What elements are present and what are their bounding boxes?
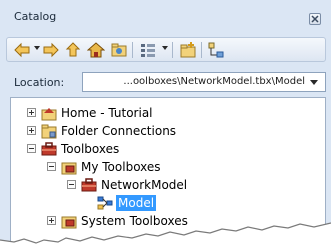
back-dropdown-icon[interactable] xyxy=(34,46,40,50)
toolbox-folder-icon xyxy=(61,162,77,175)
toggle-contents-icon[interactable] xyxy=(207,41,225,59)
title-bar[interactable]: Catalog xyxy=(0,0,331,32)
location-value[interactable]: ...oolboxes\NetworkModel.tbx\Model xyxy=(123,76,305,87)
tree-item-label: Folder Connections xyxy=(61,124,177,138)
toolbar xyxy=(6,37,326,62)
home-icon[interactable] xyxy=(87,41,105,59)
tree-item-label: Model xyxy=(116,195,157,211)
toolboxes-icon xyxy=(41,142,57,156)
toolbar-separator xyxy=(201,42,202,58)
expand-icon[interactable] xyxy=(27,108,36,117)
expand-icon[interactable] xyxy=(27,126,36,135)
tree-item-label: Toolboxes xyxy=(61,142,120,156)
location-label: Location: xyxy=(14,76,65,89)
tree-item-label: NetworkModel xyxy=(101,178,188,192)
collapse-icon[interactable] xyxy=(67,180,76,189)
view-options-icon[interactable] xyxy=(139,41,157,59)
collapse-icon[interactable] xyxy=(27,144,36,153)
tree-item-label: Home - Tutorial xyxy=(61,106,153,120)
window-title: Catalog xyxy=(14,10,57,23)
close-button[interactable] xyxy=(309,13,321,25)
folder-connection-icon xyxy=(41,124,57,139)
view-dropdown-icon[interactable] xyxy=(162,46,168,50)
toolbar-separator xyxy=(132,42,133,58)
collapse-icon[interactable] xyxy=(47,162,56,171)
catalog-window: Catalog Location: ...oolboxes\NetworkMod… xyxy=(0,0,331,248)
location-bar: Location: ...oolboxes\NetworkModel.tbx\M… xyxy=(0,68,331,94)
new-folder-icon[interactable] xyxy=(179,41,197,59)
up-one-level-icon[interactable] xyxy=(64,41,82,59)
close-icon xyxy=(311,15,319,23)
location-combobox[interactable]: ...oolboxes\NetworkModel.tbx\Model xyxy=(82,72,326,92)
home-folder-icon xyxy=(41,108,57,121)
toolbar-separator xyxy=(172,42,173,58)
torn-edge xyxy=(0,222,331,248)
model-icon xyxy=(97,196,113,210)
back-icon[interactable] xyxy=(13,41,31,59)
forward-icon[interactable] xyxy=(42,41,60,59)
connect-folder-icon[interactable] xyxy=(110,41,128,59)
toolbox-icon xyxy=(81,178,97,192)
location-dropdown-icon[interactable] xyxy=(310,80,318,85)
tree-item-label: My Toolboxes xyxy=(81,160,161,174)
